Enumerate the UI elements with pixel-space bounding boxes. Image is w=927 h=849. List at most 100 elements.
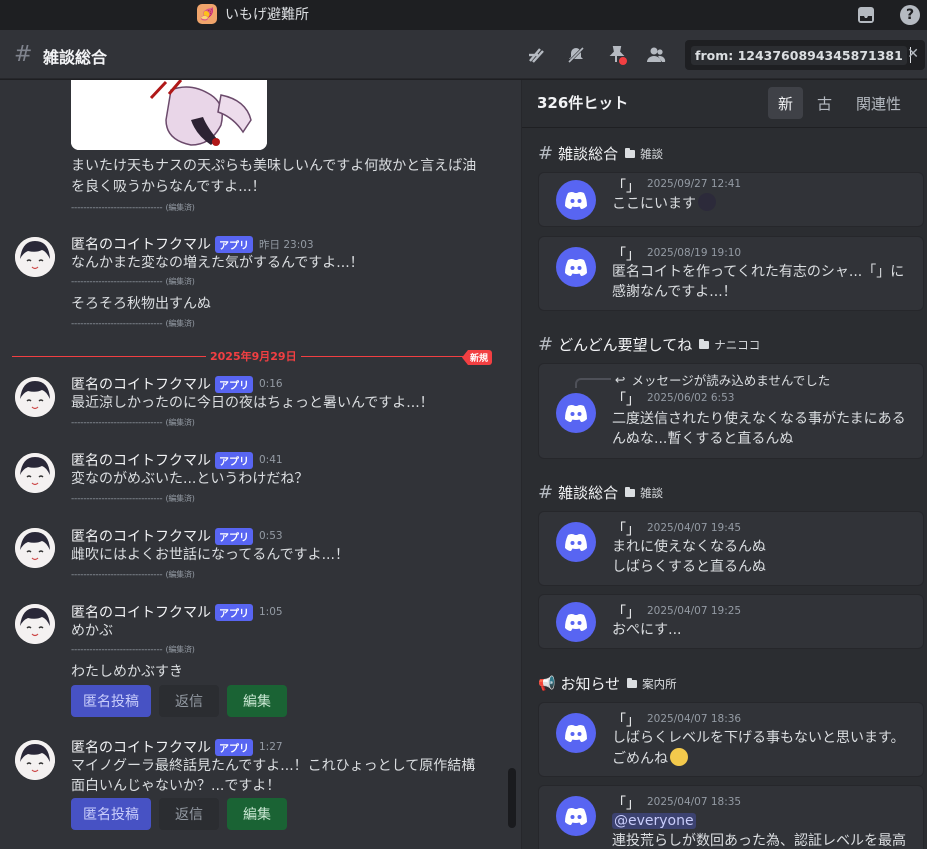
timestamp: 2025/09/27 12:41	[647, 178, 742, 190]
anon-post-button[interactable]: 匿名投稿	[71, 685, 151, 717]
username[interactable]: 匿名のコイトフクマル	[71, 234, 211, 254]
edit-button[interactable]: 編集	[227, 685, 287, 717]
clear-search-icon[interactable]: ✕	[907, 46, 919, 62]
search-result[interactable]: ↩ メッセージが読み込めませんでした 「」 2025/06/02 6:53 二度送…	[538, 363, 924, 459]
timestamp: 2025/04/07 19:45	[647, 522, 742, 534]
new-messages-badge: 新規	[462, 350, 493, 365]
message-text: 雌吹にはよくお世話になってるんですよ...！	[71, 547, 349, 563]
member-list-icon[interactable]	[645, 44, 667, 66]
sort-tab-newest[interactable]: 新	[768, 87, 804, 119]
sort-tab-relevance[interactable]: 関連性	[846, 87, 911, 119]
result-channel-header[interactable]: # 雑談総合 雑談	[538, 143, 663, 164]
message-text: なんかまた変なの増えた気がするんですよ...！	[71, 255, 364, 271]
timestamp: 0:41	[259, 454, 283, 466]
author-name[interactable]: 「」	[612, 519, 640, 539]
text-channel-icon: #	[14, 42, 33, 67]
message-header: 匿名のコイトフクマル アプリ 0:16	[71, 374, 283, 394]
reply-button[interactable]: 返信	[159, 685, 219, 717]
app-badge: アプリ	[215, 603, 253, 621]
pinned-messages-icon[interactable]	[605, 44, 627, 66]
everyone-mention[interactable]: @everyone	[612, 813, 696, 829]
avatar[interactable]	[15, 237, 55, 277]
discord-avatar-icon	[556, 796, 596, 836]
search-results-panel[interactable]: 326件ヒット 新 古 関連性 # 雑談総合 雑談 「」 2025/09/27 …	[521, 80, 927, 849]
author-name[interactable]: 「」	[612, 793, 640, 813]
help-icon[interactable]: ?	[899, 4, 921, 26]
search-result[interactable]: 「」 2025/09/27 12:41 ここにいます	[538, 172, 924, 227]
message-text: めかぶ	[71, 623, 113, 639]
avatar[interactable]	[15, 604, 55, 644]
search-result[interactable]: 「」 2025/04/07 18:36 しばらくレベルを下げる事もないと思います…	[538, 702, 924, 777]
result-channel-header[interactable]: # どんどん要望してね ナニココ	[538, 334, 760, 355]
search-result[interactable]: 「」 2025/08/19 19:10 匿名コイトを作ってくれた有志のシャ...…	[538, 236, 924, 311]
author-name[interactable]: 「」	[612, 244, 640, 264]
channel-name: 雑談総合	[558, 484, 619, 502]
message-text: そろそろ秋物出すんぬ	[71, 296, 211, 312]
message-list[interactable]: まいたけ天もナスの天ぷらも美味しいんですよ何故かと言えば油 を良く吸うからなんで…	[0, 80, 521, 849]
discord-avatar-icon	[556, 393, 596, 433]
message-text: を良く吸うからなんですよ...！	[71, 179, 266, 195]
search-result[interactable]: 「」 2025/04/07 19:45 まれに使えなくなるんぬ しばらくすると直…	[538, 511, 924, 586]
sort-tab-oldest[interactable]: 古	[807, 87, 842, 119]
message-text: まいたけ天もナスの天ぷらも美味しいんですよ何故かと言えば油	[71, 158, 477, 174]
edit-button[interactable]: 編集	[227, 798, 287, 830]
message-header: 匿名のコイトフクマル アプリ 0:41	[71, 450, 283, 470]
reply-preview[interactable]: ↩ メッセージが読み込めませんでした	[615, 370, 830, 389]
discord-avatar-icon	[556, 522, 596, 562]
scrollbar-thumb[interactable]	[508, 768, 516, 828]
image-attachment[interactable]	[71, 80, 267, 150]
server-header[interactable]: 🍠 いもげ避難所	[197, 4, 309, 24]
result-channel-header[interactable]: # 雑談総合 雑談	[538, 482, 663, 503]
username[interactable]: 匿名のコイトフクマル	[71, 450, 211, 470]
message-text: わたしめかぶすき	[71, 664, 183, 680]
search-result[interactable]: 「」 2025/04/07 19:25 おぺにす...	[538, 594, 924, 649]
category-name: 雑談	[640, 146, 664, 161]
message-actions: 匿名投稿 返信 編集	[71, 798, 287, 830]
unread-dot	[619, 57, 627, 65]
anon-post-button[interactable]: 匿名投稿	[71, 798, 151, 830]
text-channel-icon: #	[538, 143, 554, 164]
message-separator: ------------------------------ (編集済)	[71, 277, 195, 287]
title-bar: 🍠 いもげ避難所 ?	[0, 0, 927, 30]
channel-name: 雑談総合	[558, 145, 619, 163]
threads-icon[interactable]	[525, 44, 547, 66]
server-logo-icon: 🍠	[197, 4, 217, 24]
result-text: まれに使えなくなるんぬ	[612, 539, 766, 555]
username[interactable]: 匿名のコイトフクマル	[71, 737, 211, 757]
result-text: 感謝なんですよ...！	[612, 284, 737, 300]
result-text: 連投荒らしが数回あった為、認証レベルを最高	[612, 833, 906, 849]
author-name[interactable]: 「」	[612, 389, 640, 409]
result-text: ごめんね	[612, 748, 688, 769]
avatar[interactable]	[15, 528, 55, 568]
discord-avatar-icon	[556, 247, 596, 287]
announcement-channel-icon: 📢	[538, 675, 556, 692]
username[interactable]: 匿名のコイトフクマル	[71, 526, 211, 546]
avatar[interactable]	[15, 377, 55, 417]
notification-muted-icon[interactable]	[565, 44, 587, 66]
reply-button[interactable]: 返信	[159, 798, 219, 830]
message-separator: ------------------------------ (編集済)	[71, 645, 195, 655]
mention-line: @everyone	[612, 811, 696, 831]
author-name[interactable]: 「」	[612, 710, 640, 730]
timestamp: 1:27	[259, 741, 283, 753]
author-name[interactable]: 「」	[612, 602, 640, 622]
result-channel-header[interactable]: 📢 お知らせ 案内所	[538, 673, 677, 694]
discord-avatar-icon	[556, 180, 596, 220]
result-text: おぺにす...	[612, 622, 682, 638]
channel-name: お知らせ	[560, 675, 621, 693]
category-name: 雑談	[640, 485, 664, 500]
avatar[interactable]	[15, 453, 55, 493]
search-query-chip: from: 1243760894345871381	[691, 45, 907, 65]
search-result[interactable]: 「」 2025/04/07 18:35 @everyone 連投荒らしが数回あっ…	[538, 785, 924, 849]
message-separator: ------------------------------ (編集済)	[71, 570, 195, 580]
category-name: 案内所	[642, 676, 677, 691]
message-header: 匿名のコイトフクマル アプリ 1:05	[71, 602, 283, 622]
username[interactable]: 匿名のコイトフクマル	[71, 602, 211, 622]
inbox-icon[interactable]	[855, 4, 877, 26]
search-input[interactable]: from: 1243760894345871381 ✕	[685, 40, 925, 70]
avatar[interactable]	[15, 740, 55, 780]
message-text: 変なのがめぶいた...というわけだね？	[71, 471, 309, 487]
username[interactable]: 匿名のコイトフクマル	[71, 374, 211, 394]
result-text: ここにいます	[612, 193, 716, 214]
message-header: 匿名のコイトフクマル アプリ 1:27	[71, 737, 283, 757]
